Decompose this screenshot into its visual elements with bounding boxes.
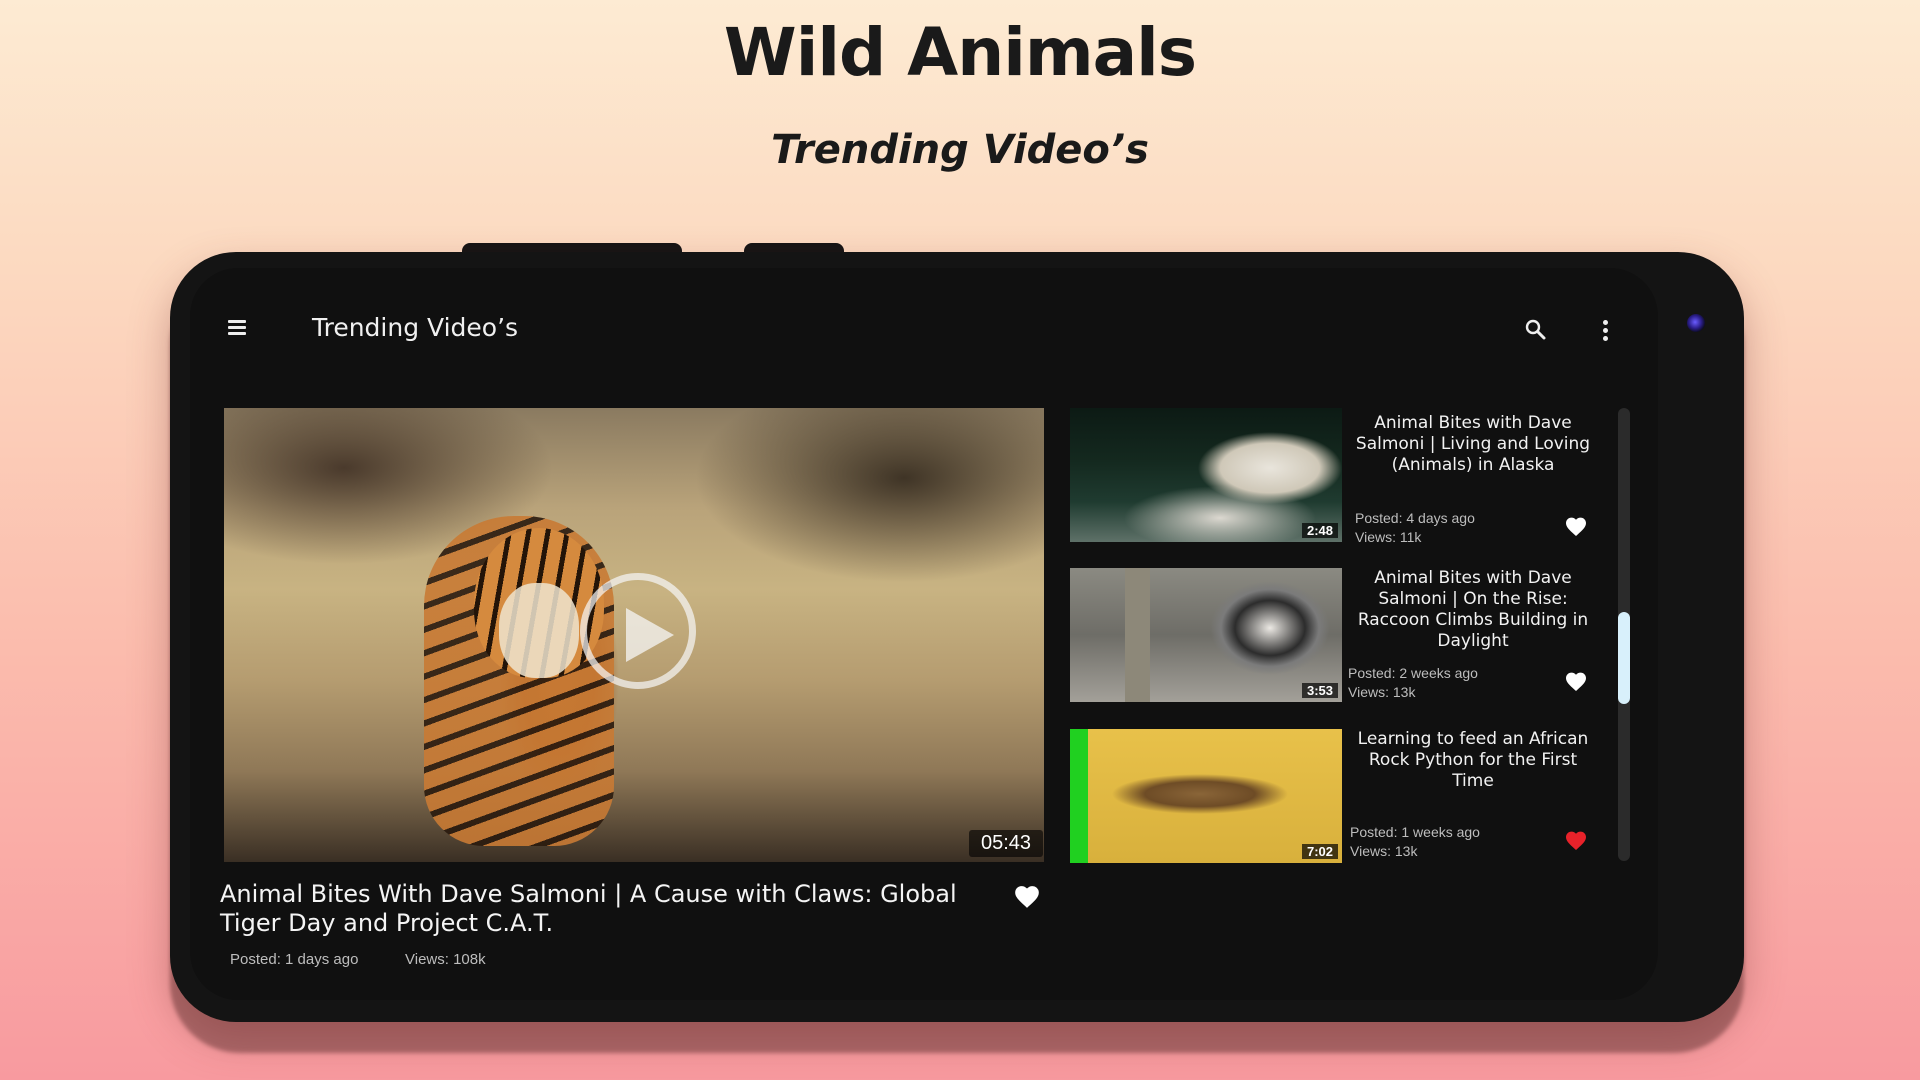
video-posted: Posted: 2 weeks ago (1348, 665, 1478, 681)
list-item[interactable]: 2:48 Animal Bites with Dave Salmoni | Li… (1070, 408, 1620, 545)
heart-icon[interactable] (1563, 515, 1589, 537)
app-screen: Trending Video’s 05:43 Animal Bites With… (190, 268, 1658, 1000)
list-item[interactable]: 3:53 Animal Bites with Dave Salmoni | On… (1070, 568, 1620, 702)
video-views: Views: 13k (1348, 684, 1416, 700)
video-title[interactable]: Animal Bites with Dave Salmoni | Living … (1348, 413, 1598, 476)
video-posted: Posted: 1 weeks ago (1350, 824, 1480, 840)
camera-icon (1687, 314, 1705, 332)
scrollbar-thumb[interactable] (1618, 612, 1630, 704)
video-thumbnail[interactable]: 2:48 (1070, 408, 1342, 542)
promo-title: Wild Animals (723, 14, 1197, 91)
appbar-title: Trending Video’s (312, 313, 519, 342)
more-vert-icon[interactable] (1600, 320, 1610, 342)
menu-icon[interactable] (228, 319, 250, 337)
play-icon (626, 608, 674, 662)
main-video-posted: Posted: 1 days ago (230, 951, 359, 968)
search-icon[interactable] (1524, 318, 1548, 342)
video-views: Views: 11k (1355, 529, 1422, 545)
heart-icon[interactable] (1563, 829, 1589, 851)
video-views: Views: 13k (1350, 843, 1418, 859)
list-item[interactable]: 7:02 Learning to feed an African Rock Py… (1070, 729, 1620, 863)
video-thumbnail[interactable]: 7:02 (1070, 729, 1342, 863)
video-title[interactable]: Animal Bites with Dave Salmoni | On the … (1348, 568, 1598, 652)
video-duration: 7:02 (1301, 844, 1338, 859)
heart-icon[interactable] (1563, 670, 1589, 692)
video-duration: 3:53 (1301, 683, 1338, 698)
video-duration: 2:48 (1301, 523, 1338, 538)
promo-subtitle: Trending Video’s (771, 127, 1149, 173)
main-video-duration: 05:43 (969, 830, 1044, 857)
video-title[interactable]: Learning to feed an African Rock Python … (1348, 729, 1598, 792)
main-video-thumbnail[interactable]: 05:43 (224, 408, 1044, 862)
heart-icon[interactable] (1012, 883, 1042, 909)
main-video-views: Views: 108k (405, 951, 486, 968)
video-thumbnail[interactable]: 3:53 (1070, 568, 1342, 702)
main-video-title[interactable]: Animal Bites With Dave Salmoni | A Cause… (220, 880, 980, 938)
video-posted: Posted: 4 days ago (1355, 510, 1475, 526)
